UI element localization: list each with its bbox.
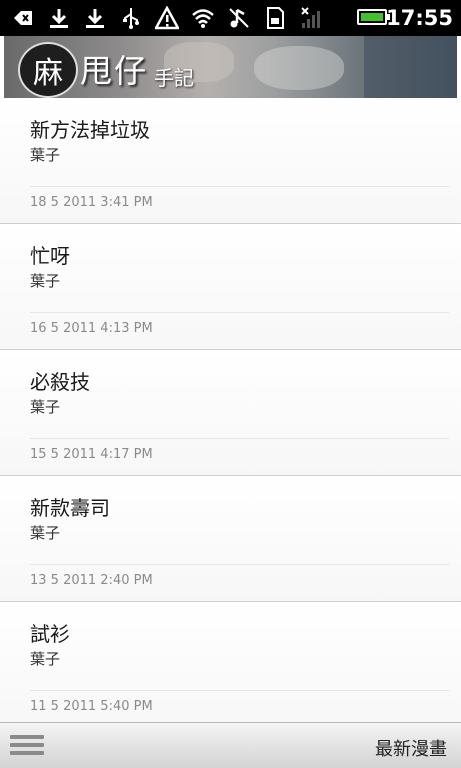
battery-icon: [357, 9, 390, 25]
download-icon: [82, 5, 108, 31]
music-off-icon: [226, 5, 252, 31]
divider: [30, 186, 449, 187]
post-author: 葉子: [30, 650, 61, 668]
post-list: 新方法掉垃圾 葉子 18 5 2011 3:41 PM 忙呀 葉子 16 5 2…: [0, 98, 461, 722]
sd-card-icon: [262, 5, 288, 31]
divider: [30, 690, 449, 691]
app-logo: 麻: [18, 42, 78, 98]
post-author: 葉子: [30, 272, 61, 290]
post-date: 16 5 2011 4:13 PM: [30, 321, 153, 336]
warning-icon: [154, 5, 180, 31]
app-title: 甩仔: [80, 52, 149, 90]
list-item[interactable]: 新方法掉垃圾 葉子 18 5 2011 3:41 PM: [0, 98, 461, 224]
post-title: 忙呀: [30, 244, 70, 268]
status-bar: 17:55: [0, 0, 461, 36]
no-signal-icon: [298, 5, 324, 31]
app-subtitle: 手記: [154, 66, 194, 90]
usb-icon: [118, 5, 144, 31]
post-title: 新款壽司: [30, 496, 110, 520]
post-date: 15 5 2011 4:17 PM: [30, 447, 153, 462]
post-title: 試衫: [30, 622, 70, 646]
post-author: 葉子: [30, 146, 61, 164]
bottom-bar: 最新漫畫: [0, 722, 461, 768]
post-author: 葉子: [30, 398, 61, 416]
wifi-icon: [190, 5, 216, 31]
list-item[interactable]: 試衫 葉子 11 5 2011 5:40 PM: [0, 602, 461, 722]
post-date: 18 5 2011 3:41 PM: [30, 195, 153, 210]
divider: [30, 312, 449, 313]
logo-glyph: 麻: [33, 56, 63, 91]
list-item[interactable]: 必殺技 葉子 15 5 2011 4:17 PM: [0, 350, 461, 476]
list-item[interactable]: 忙呀 葉子 16 5 2011 4:13 PM: [0, 224, 461, 350]
menu-icon[interactable]: [10, 735, 44, 759]
post-title: 必殺技: [30, 370, 90, 394]
status-clock: 17:55: [386, 6, 453, 30]
post-title: 新方法掉垃圾: [30, 118, 150, 142]
latest-comics-button[interactable]: 最新漫畫: [375, 735, 447, 761]
back-arrow-icon: [10, 5, 36, 31]
status-icons: [10, 4, 324, 32]
post-author: 葉子: [30, 524, 61, 542]
app-banner: 麻 甩仔 手記: [4, 36, 457, 98]
post-date: 11 5 2011 5:40 PM: [30, 699, 153, 714]
divider: [30, 564, 449, 565]
post-date: 13 5 2011 2:40 PM: [30, 573, 153, 588]
divider: [30, 438, 449, 439]
download-icon: [46, 5, 72, 31]
list-item[interactable]: 新款壽司 葉子 13 5 2011 2:40 PM: [0, 476, 461, 602]
